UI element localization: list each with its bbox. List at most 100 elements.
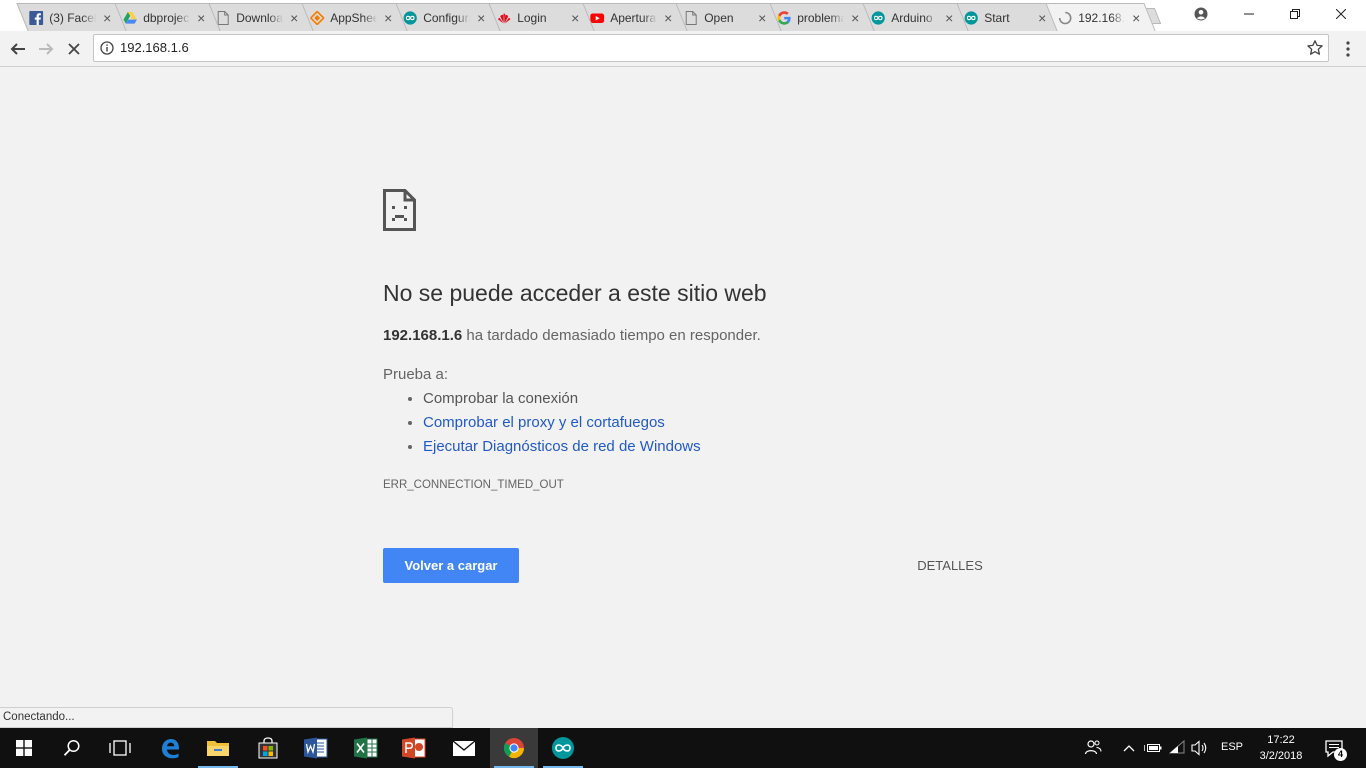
system-clock[interactable]: 17:22 3/2/2018 <box>1248 732 1314 764</box>
tab-close-icon[interactable]: × <box>848 10 862 26</box>
tab-close-icon[interactable]: × <box>568 10 582 26</box>
powerpoint-icon <box>402 737 426 759</box>
arduino-icon <box>552 737 574 759</box>
clock-date: 3/2/2018 <box>1259 750 1303 762</box>
tab-close-icon[interactable]: × <box>1129 10 1143 26</box>
restore-button[interactable] <box>1272 0 1318 28</box>
taskbar-powerpoint[interactable] <box>390 728 438 768</box>
reload-button[interactable]: Volver a cargar <box>383 548 519 583</box>
tab-10[interactable]: Arduino × <box>857 3 969 31</box>
tray-people[interactable] <box>1083 738 1103 758</box>
error-title: No se puede acceder a este sitio web <box>383 280 767 306</box>
suggestion-run-diagnostics-link[interactable]: Ejecutar Diagnósticos de red de Windows <box>423 438 701 455</box>
star-icon[interactable] <box>1306 39 1324 57</box>
chevron-up-icon <box>1123 745 1135 752</box>
taskbar-mail[interactable] <box>440 728 488 768</box>
start-button[interactable] <box>0 728 48 768</box>
tab-title: Start <box>984 10 1010 25</box>
suggestion-check-connection: Comprobar la conexión <box>423 390 579 407</box>
tab-11[interactable]: Start × <box>951 3 1062 31</box>
back-button[interactable] <box>4 35 32 63</box>
taskbar-chrome[interactable] <box>490 728 538 768</box>
tab-close-icon[interactable]: × <box>287 10 301 26</box>
battery-icon <box>1144 744 1162 752</box>
tray-show-hidden[interactable] <box>1119 738 1139 758</box>
youtube-icon <box>590 11 605 25</box>
task-view-button[interactable] <box>96 728 144 768</box>
tab-close-icon[interactable]: × <box>942 10 956 26</box>
arduino-icon <box>964 10 978 25</box>
input-language[interactable]: ESP <box>1221 741 1243 753</box>
tab-9[interactable]: problema × <box>764 3 875 31</box>
clock-time: 17:22 <box>1267 734 1295 746</box>
forward-button[interactable] <box>32 35 60 63</box>
tab-close-icon[interactable]: × <box>1035 10 1049 26</box>
tab-content: Start × <box>958 4 1055 31</box>
tray-network[interactable] <box>1168 738 1188 758</box>
sad-page-icon <box>383 189 416 231</box>
tab-title: Arduino <box>890 10 933 25</box>
tab-content: Arduino × <box>865 4 962 31</box>
tab-7[interactable]: Apertura × <box>577 3 688 31</box>
taskbar-file-explorer[interactable] <box>194 728 242 768</box>
browser-toolbar: 192.168.1.6 <box>0 31 1366 67</box>
tab-title: (3) Facebook <box>49 10 97 25</box>
taskbar-edge[interactable] <box>146 728 194 768</box>
arrow-right-icon <box>39 43 54 55</box>
tab-title: dbproject <box>142 10 190 25</box>
tab-close-icon[interactable]: × <box>755 10 769 26</box>
arduino-icon <box>871 10 885 25</box>
minimize-button[interactable] <box>1226 0 1272 28</box>
suggestion-check-proxy-link[interactable]: Comprobar el proxy y el cortafuegos <box>423 414 665 431</box>
page-icon <box>216 10 230 25</box>
taskbar-arduino[interactable] <box>539 728 587 768</box>
profile-button[interactable] <box>1178 0 1224 28</box>
search-icon <box>63 739 80 756</box>
tab-close-icon[interactable]: × <box>474 10 488 26</box>
edge-icon <box>162 739 179 759</box>
tab-5[interactable]: Configuración × <box>390 3 501 31</box>
tab-close-icon[interactable]: × <box>194 10 208 26</box>
tab-title: Open <box>703 10 734 25</box>
tab-content: 192.168.1.6 × <box>1052 4 1149 31</box>
close-window-button[interactable] <box>1318 0 1364 28</box>
taskbar-word[interactable] <box>292 728 340 768</box>
tab-close-icon[interactable]: × <box>100 10 114 26</box>
tray-volume[interactable] <box>1190 738 1210 758</box>
tab-2[interactable]: dbproject × <box>109 3 221 31</box>
details-button[interactable]: DETALLES <box>905 554 995 576</box>
arrow-left-icon <box>10 43 25 55</box>
wifi-icon <box>1169 740 1185 754</box>
tab-content: dbproject × <box>117 4 214 31</box>
appsheet-icon <box>309 10 324 25</box>
tab-6[interactable]: Login × <box>483 3 595 31</box>
stop-loading-button[interactable] <box>60 35 88 63</box>
suggestion-item: Ejecutar Diagnósticos de red de Windows <box>423 437 701 461</box>
tab-1[interactable]: (3) Facebook × <box>16 3 127 31</box>
search-button[interactable] <box>48 728 96 768</box>
info-icon[interactable] <box>100 41 114 55</box>
tab-close-icon[interactable]: × <box>661 10 675 26</box>
taskbar-store[interactable] <box>244 728 292 768</box>
tab-4[interactable]: AppSheet × <box>296 3 408 31</box>
excel-icon <box>354 737 378 759</box>
folder-icon <box>207 741 229 756</box>
tab-content: Downloads × <box>210 4 307 31</box>
status-bubble: Conectando... <box>0 707 453 728</box>
tray-battery[interactable] <box>1143 738 1163 758</box>
facebook-icon <box>29 10 44 25</box>
menu-button[interactable] <box>1334 35 1362 63</box>
notification-count-badge: 4 <box>1334 748 1347 761</box>
people-icon <box>1084 740 1102 755</box>
tab-title: Login <box>516 10 547 25</box>
tab-close-icon[interactable]: × <box>381 10 395 26</box>
tab-12[interactable]: 192.168.1.6 × <box>1044 3 1156 31</box>
url-text: 192.168.1.6 <box>120 40 189 55</box>
tab-content: problema × <box>771 4 868 31</box>
chrome-icon <box>503 738 525 759</box>
taskbar-excel[interactable] <box>342 728 390 768</box>
address-bar[interactable]: 192.168.1.6 <box>93 34 1329 62</box>
tab-3[interactable]: Downloads × <box>203 3 314 31</box>
tab-content: AppSheet × <box>304 4 401 31</box>
tab-8[interactable]: Open × <box>670 3 782 31</box>
